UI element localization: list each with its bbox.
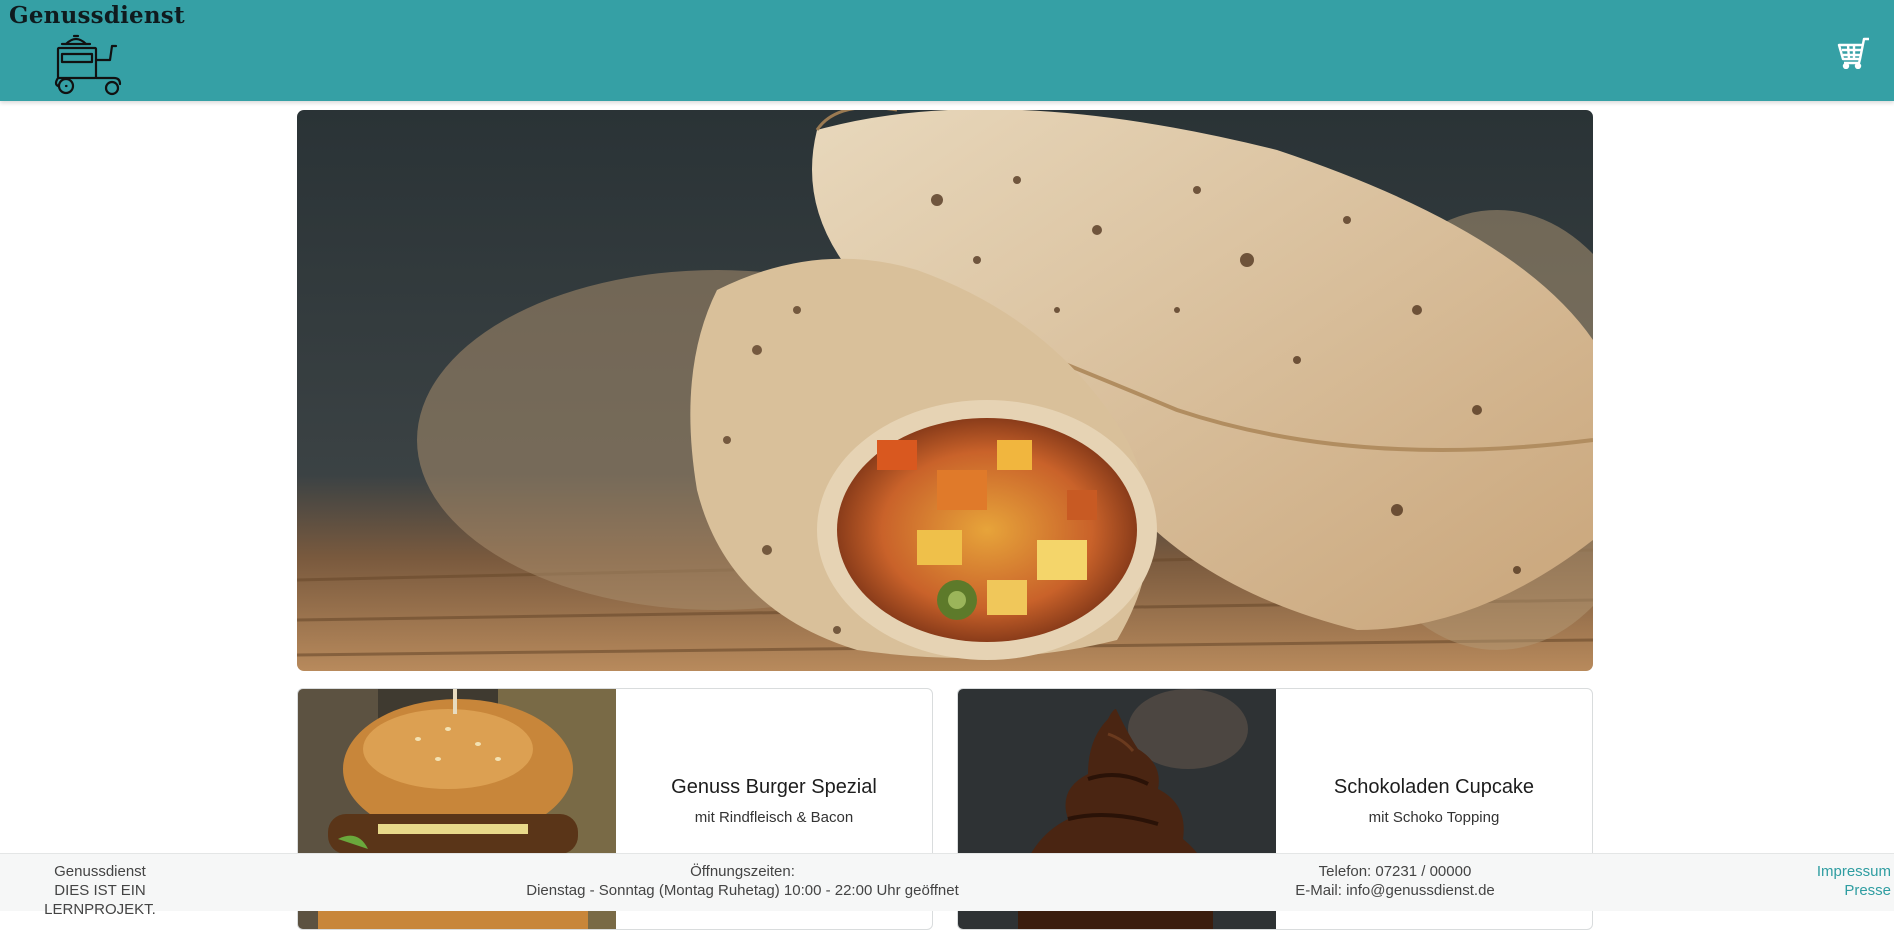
card-title[interactable]: Schokoladen Cupcake xyxy=(1276,776,1592,799)
presse-link[interactable]: Presse xyxy=(1817,881,1891,900)
footer-email: E-Mail: info@genussdienst.de xyxy=(1295,882,1495,899)
footer-hours-label: Öffnungszeiten: xyxy=(690,863,795,880)
impressum-link[interactable]: Impressum xyxy=(1817,862,1891,881)
footer-company: Genussdienst DIES IST EIN LERNPROJEKT. xyxy=(0,862,200,919)
footer-phone: Telefon: 07231 / 00000 xyxy=(1318,863,1472,880)
footer-company-name: Genussdienst xyxy=(54,863,146,880)
footer-contact: Telefon: 07231 / 00000 E-Mail: info@genu… xyxy=(1260,862,1530,900)
card-subtitle: mit Rindfleisch & Bacon xyxy=(694,809,854,826)
card-subtitle: mit Schoko Topping xyxy=(1368,809,1500,826)
site-header: Genussdienst xyxy=(0,0,1894,101)
brand-name[interactable]: Genussdienst xyxy=(9,2,185,29)
footer-links: Impressum Presse xyxy=(1817,862,1891,900)
hero-image xyxy=(297,110,1593,671)
food-wraps-photo xyxy=(297,110,1593,671)
food-scooter-icon[interactable] xyxy=(52,32,124,96)
footer-hours-text: Dienstag - Sonntag (Montag Ruhetag) 10:0… xyxy=(526,882,959,899)
footer-notice: DIES IST EIN LERNPROJEKT. xyxy=(44,882,156,918)
footer-hours: Öffnungszeiten: Dienstag - Sonntag (Mont… xyxy=(490,862,995,900)
site-footer: Genussdienst DIES IST EIN LERNPROJEKT. Ö… xyxy=(0,853,1894,918)
card-title[interactable]: Genuss Burger Spezial xyxy=(616,776,932,799)
shopping-cart-icon[interactable] xyxy=(1836,35,1870,69)
